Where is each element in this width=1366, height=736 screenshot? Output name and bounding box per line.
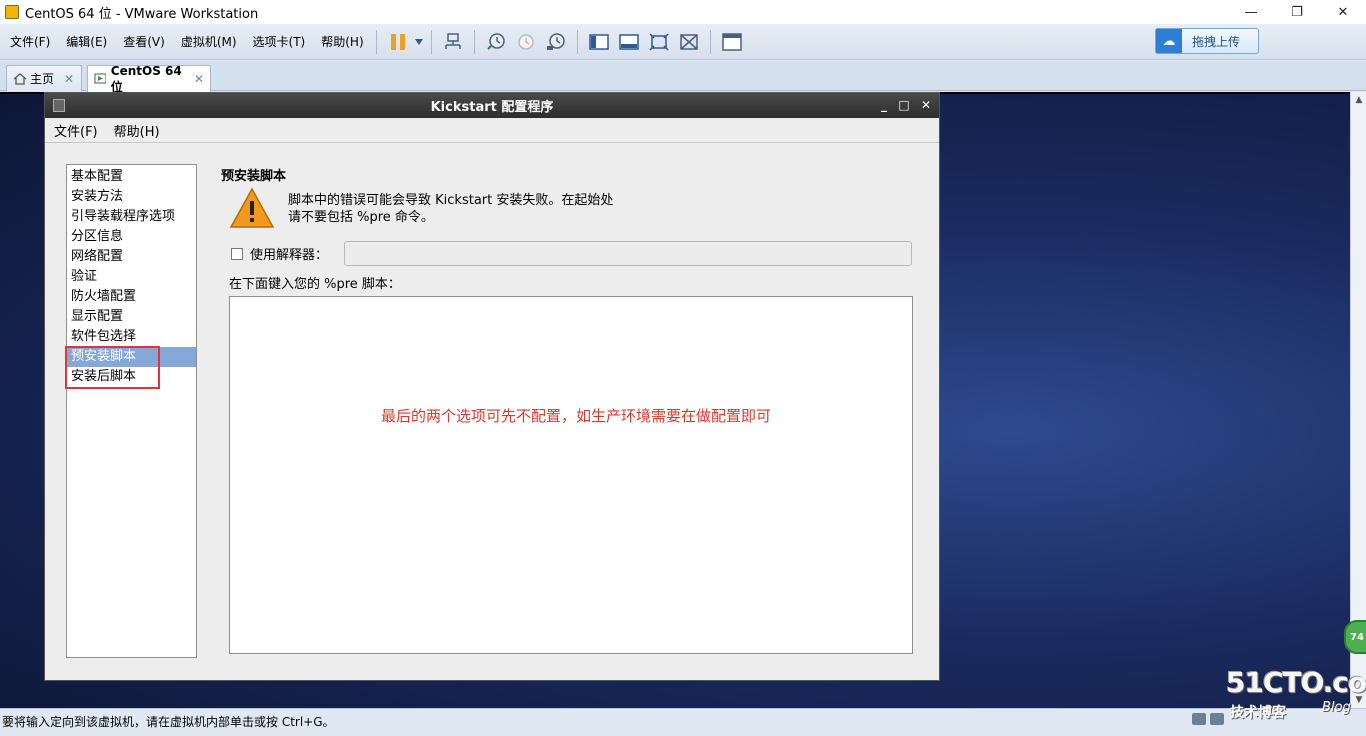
snapshot-revert-icon[interactable]: [514, 30, 538, 54]
hdd-icon[interactable]: [1192, 713, 1206, 725]
thumbnail-icon[interactable]: [720, 30, 744, 54]
kickstart-titlebar: Kickstart 配置程序 _ □ ✕: [45, 93, 939, 118]
drag-upload-label: 拖拽上传: [1192, 34, 1241, 49]
kickstart-maximize-button[interactable]: □: [897, 97, 911, 113]
fullscreen-icon[interactable]: [647, 30, 671, 54]
unity-icon[interactable]: [677, 30, 701, 54]
nav-item-bootloader[interactable]: 引导装载程序选项: [67, 207, 196, 227]
watermark: 51CTO.com 技术博客 Blog: [1226, 666, 1366, 728]
menu-vm[interactable]: 虚拟机(M): [175, 30, 243, 54]
watermark-sub: 技术博客: [1230, 705, 1286, 721]
config-section-list: 基本配置 安装方法 引导装载程序选项 分区信息 网络配置 验证 防火墙配置 显示…: [66, 164, 197, 658]
nav-item-install-method[interactable]: 安装方法: [67, 187, 196, 207]
toolbar-separator: [375, 29, 377, 54]
cdrom-icon[interactable]: [1210, 713, 1224, 725]
nav-item-basic[interactable]: 基本配置: [67, 167, 196, 187]
home-icon: [13, 72, 27, 85]
vmware-app-icon: [5, 5, 19, 19]
nav-item-display[interactable]: 显示配置: [67, 307, 196, 327]
menu-view[interactable]: 查看(V): [117, 30, 171, 54]
pre-script-textarea[interactable]: 最后的两个选项可先不配置，如生产环境需要在做配置即可: [229, 296, 913, 654]
watermark-blog: Blog: [1322, 700, 1351, 715]
menu-edit[interactable]: 编辑(E): [60, 30, 113, 54]
window-title: CentOS 64 位 - VMware Workstation: [25, 6, 259, 22]
window-maximize-button[interactable]: ❐: [1274, 0, 1320, 24]
watermark-logo: 51CTO.com: [1226, 666, 1366, 699]
library-icon[interactable]: [587, 30, 611, 54]
console-view-icon[interactable]: [617, 30, 641, 54]
use-interpreter-row[interactable]: 使用解释器：: [231, 241, 328, 266]
status-bar: 要将输入定向到该虚拟机，请在虚拟机内部单击或按 Ctrl+G。: [0, 708, 1366, 736]
main-toolbar: 文件(F) 编辑(E) 查看(V) 虚拟机(M) 选项卡(T) 帮助(H) ☁ …: [0, 24, 1366, 60]
warning-icon: [229, 187, 275, 228]
section-heading: 预安装脚本: [221, 169, 287, 184]
tab-home-close-icon[interactable]: ✕: [64, 72, 74, 86]
toolbar-separator: [430, 29, 432, 54]
drag-upload-button[interactable]: ☁ 拖拽上传: [1155, 28, 1259, 54]
pause-icon[interactable]: [386, 30, 410, 54]
nav-item-auth[interactable]: 验证: [67, 267, 196, 287]
toolbar-separator: [709, 29, 711, 54]
use-interpreter-label: 使用解释器：: [250, 248, 329, 263]
nav-item-firewall[interactable]: 防火墙配置: [67, 287, 196, 307]
kickstart-title: Kickstart 配置程序: [430, 100, 554, 115]
nav-item-network[interactable]: 网络配置: [67, 247, 196, 267]
window-titlebar: CentOS 64 位 - VMware Workstation — ❐ ✕: [0, 0, 1366, 24]
highlight-box: [65, 346, 160, 389]
ks-menu-file[interactable]: 文件(F): [53, 121, 99, 140]
ks-menu-help[interactable]: 帮助(H): [113, 121, 161, 140]
cloud-icon: ☁: [1156, 29, 1182, 53]
use-interpreter-checkbox[interactable]: [231, 247, 243, 260]
tab-centos-label: CentOS 64 位: [110, 63, 182, 94]
interpreter-input[interactable]: [344, 241, 912, 266]
device-icons: [1192, 713, 1224, 725]
side-status-badge[interactable]: 74: [1344, 620, 1366, 654]
tab-centos-close-icon[interactable]: ✕: [194, 72, 204, 86]
kickstart-minimize-button[interactable]: _: [877, 97, 891, 113]
status-message: 要将输入定向到该虚拟机，请在虚拟机内部单击或按 Ctrl+G。: [2, 715, 335, 729]
tab-bar: 主页 ✕ CentOS 64 位 ✕: [0, 61, 1366, 94]
app-icon: [53, 99, 65, 112]
menu-help[interactable]: 帮助(H): [315, 30, 369, 54]
tab-home-label: 主页: [30, 72, 55, 86]
tab-home[interactable]: 主页 ✕: [6, 65, 82, 91]
network-icon[interactable]: [441, 30, 465, 54]
snapshot-manager-icon[interactable]: [544, 30, 568, 54]
kickstart-menubar: 文件(F) 帮助(H): [45, 118, 939, 143]
nav-item-packages[interactable]: 软件包选择: [67, 327, 196, 347]
vm-running-icon: [94, 73, 106, 84]
menu-file[interactable]: 文件(F): [4, 30, 56, 54]
kickstart-close-button[interactable]: ✕: [919, 97, 933, 113]
warning-text: 脚本中的错误可能会导致 Kickstart 安装失败。在起始处 请不要包括 %p…: [288, 193, 614, 225]
scroll-up-icon[interactable]: ▲: [1351, 92, 1366, 108]
annotation-text: 最后的两个选项可先不配置，如生产环境需要在做配置即可: [381, 407, 772, 425]
snapshot-take-icon[interactable]: [484, 30, 508, 54]
tab-centos[interactable]: CentOS 64 位 ✕: [87, 63, 211, 94]
kickstart-dialog: Kickstart 配置程序 _ □ ✕ 文件(F) 帮助(H) 基本配置 安装…: [44, 92, 940, 681]
nav-item-partition[interactable]: 分区信息: [67, 227, 196, 247]
dropdown-arrow-icon[interactable]: [413, 30, 425, 54]
window-minimize-button[interactable]: —: [1228, 0, 1274, 24]
window-close-button[interactable]: ✕: [1320, 0, 1366, 24]
vm-vertical-scrollbar[interactable]: ▲ ▼: [1350, 92, 1366, 708]
script-label: 在下面键入您的 %pre 脚本：: [229, 277, 401, 292]
menu-tabs[interactable]: 选项卡(T): [247, 30, 312, 54]
toolbar-separator: [473, 29, 475, 54]
toolbar-separator: [576, 29, 578, 54]
